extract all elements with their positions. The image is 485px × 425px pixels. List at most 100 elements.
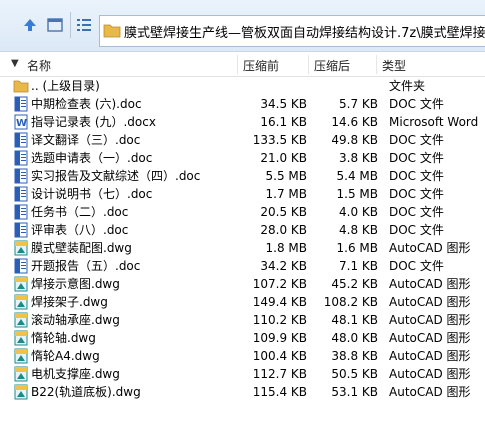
folder-icon [13, 78, 29, 94]
file-name: B22(轨道底板).dwg [31, 385, 141, 399]
file-type: DOC 文件 [389, 259, 444, 273]
file-size: 110.2 KB [252, 313, 307, 327]
file-packed-size: 14.6 KB [331, 115, 378, 129]
column-type[interactable]: 类型 [382, 57, 406, 74]
path-bar[interactable]: 膜式壁焊接生产线—管板双面自动焊接结构设计.7z\膜式壁焊接生产线 [99, 15, 485, 47]
file-packed-size: 53.1 KB [331, 385, 378, 399]
file-type: Microsoft Word [389, 115, 479, 129]
column-name[interactable]: 名称 [27, 57, 51, 74]
file-type: AutoCAD 图形 [389, 277, 471, 291]
file-type: AutoCAD 图形 [389, 241, 471, 255]
word-doc-icon [13, 150, 29, 166]
dwg-icon [13, 294, 29, 310]
file-packed-size: 1.6 MB [336, 241, 378, 255]
file-packed-size: 48.0 KB [331, 331, 378, 345]
dwg-icon [13, 366, 29, 382]
file-packed-size: 4.0 KB [339, 205, 378, 219]
file-name: 设计说明书（七）.doc [31, 187, 153, 201]
file-packed-size: 4.8 KB [339, 223, 378, 237]
word-doc-icon [13, 222, 29, 238]
column-compressed[interactable]: 压缩前 [243, 57, 279, 74]
list-item[interactable]: 译文翻译（三）.doc 133.5 KB 49.8 KB DOC 文件 [0, 131, 485, 149]
list-item[interactable]: 膜式壁装配图.dwg 1.8 MB 1.6 MB AutoCAD 图形 [0, 239, 485, 257]
file-packed-size: 5.4 MB [336, 169, 378, 183]
file-packed-size: 38.8 KB [331, 349, 378, 363]
file-packed-size: 7.1 KB [339, 259, 378, 273]
dwg-icon [13, 330, 29, 346]
list-view-icon[interactable] [73, 14, 95, 36]
list-item[interactable]: 实习报告及文献综述（四）.doc 5.5 MB 5.4 MB DOC 文件 [0, 167, 485, 185]
list-item[interactable]: 滚动轴承座.dwg 110.2 KB 48.1 KB AutoCAD 图形 [0, 311, 485, 329]
column-divider[interactable] [237, 55, 238, 74]
file-type: AutoCAD 图形 [389, 313, 471, 327]
up-arrow-icon[interactable] [19, 14, 41, 36]
sort-arrow-icon[interactable]: ▼ [11, 58, 19, 69]
file-type: DOC 文件 [389, 187, 444, 201]
dwg-icon [13, 384, 29, 400]
file-type: DOC 文件 [389, 133, 444, 147]
list-item[interactable]: 设计说明书（七）.doc 1.7 MB 1.5 MB DOC 文件 [0, 185, 485, 203]
svg-text:W: W [16, 118, 27, 129]
column-divider[interactable] [308, 55, 309, 74]
list-item[interactable]: 中期检查表 (六).doc 34.5 KB 5.7 KB DOC 文件 [0, 95, 485, 113]
file-size: 109.9 KB [252, 331, 307, 345]
file-name: 滚动轴承座.dwg [31, 313, 120, 327]
list-item[interactable]: 评审表（八）.doc 28.0 KB 4.8 KB DOC 文件 [0, 221, 485, 239]
file-name: 实习报告及文献综述（四）.doc [31, 169, 201, 183]
dwg-icon [13, 240, 29, 256]
list-item[interactable]: 惰轮A4.dwg 100.4 KB 38.8 KB AutoCAD 图形 [0, 347, 485, 365]
file-type: DOC 文件 [389, 169, 444, 183]
file-type: DOC 文件 [389, 223, 444, 237]
list-item[interactable]: 开题报告（五）.doc 34.2 KB 7.1 KB DOC 文件 [0, 257, 485, 275]
word-doc-icon [13, 258, 29, 274]
file-size: 5.5 MB [265, 169, 307, 183]
file-size: 1.7 MB [265, 187, 307, 201]
file-type: DOC 文件 [389, 205, 444, 219]
list-item[interactable]: .. (上级目录) 文件夹 [0, 77, 485, 95]
file-packed-size: 48.1 KB [331, 313, 378, 327]
toolbar-separator [70, 12, 71, 38]
file-type: AutoCAD 图形 [389, 295, 471, 309]
list-item[interactable]: W 指导记录表 (九）.docx 16.1 KB 14.6 KB Microsoft W… [0, 113, 485, 131]
file-size: 133.5 KB [252, 133, 307, 147]
file-name: 指导记录表 (九）.docx [31, 115, 156, 129]
file-type: AutoCAD 图形 [389, 385, 471, 399]
file-type: AutoCAD 图形 [389, 349, 471, 363]
file-packed-size: 45.2 KB [331, 277, 378, 291]
file-size: 34.5 KB [260, 97, 307, 111]
file-size: 1.8 MB [265, 241, 307, 255]
file-packed-size: 1.5 MB [336, 187, 378, 201]
column-header: ▼ 名称 压缩前 压缩后 类型 [0, 53, 485, 77]
view-details-icon[interactable] [44, 14, 66, 36]
list-item[interactable]: 电机支撑座.dwg 112.7 KB 50.5 KB AutoCAD 图形 [0, 365, 485, 383]
file-name: 焊接架子.dwg [31, 295, 108, 309]
file-name: 选题申请表（一）.doc [31, 151, 153, 165]
list-item[interactable]: B22(轨道底板).dwg 115.4 KB 53.1 KB AutoCAD 图形 [0, 383, 485, 401]
file-packed-size: 108.2 KB [323, 295, 378, 309]
file-type: 文件夹 [389, 79, 426, 93]
toolbar: 膜式壁焊接生产线—管板双面自动焊接结构设计.7z\膜式壁焊接生产线 [0, 0, 485, 52]
file-size: 100.4 KB [252, 349, 307, 363]
file-type: AutoCAD 图形 [389, 331, 471, 345]
word-doc-icon [13, 204, 29, 220]
file-size: 21.0 KB [260, 151, 307, 165]
file-type: DOC 文件 [389, 151, 444, 165]
list-item[interactable]: 选题申请表（一）.doc 21.0 KB 3.8 KB DOC 文件 [0, 149, 485, 167]
file-name: 译文翻译（三）.doc [31, 133, 141, 147]
dwg-icon [13, 348, 29, 364]
file-size: 16.1 KB [260, 115, 307, 129]
dwg-icon [13, 312, 29, 328]
file-type: DOC 文件 [389, 97, 444, 111]
dwg-icon [13, 276, 29, 292]
column-uncompressed[interactable]: 压缩后 [314, 57, 350, 74]
file-packed-size: 49.8 KB [331, 133, 378, 147]
list-item[interactable]: 焊接示意图.dwg 107.2 KB 45.2 KB AutoCAD 图形 [0, 275, 485, 293]
column-divider[interactable] [376, 55, 377, 74]
file-size: 115.4 KB [252, 385, 307, 399]
file-packed-size: 5.7 KB [339, 97, 378, 111]
file-size: 112.7 KB [252, 367, 307, 381]
list-item[interactable]: 惰轮轴.dwg 109.9 KB 48.0 KB AutoCAD 图形 [0, 329, 485, 347]
list-item[interactable]: 任务书（二）.doc 20.5 KB 4.0 KB DOC 文件 [0, 203, 485, 221]
file-name: 开题报告（五）.doc [31, 259, 141, 273]
list-item[interactable]: 焊接架子.dwg 149.4 KB 108.2 KB AutoCAD 图形 [0, 293, 485, 311]
